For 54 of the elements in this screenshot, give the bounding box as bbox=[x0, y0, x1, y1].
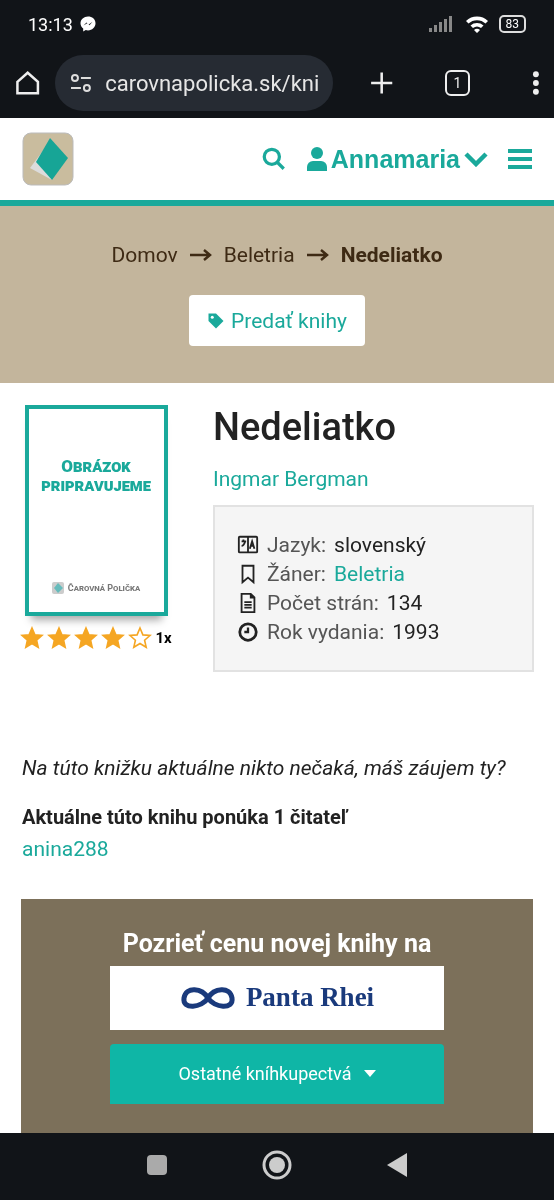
plus-icon[interactable] bbox=[369, 70, 395, 96]
detail-value: 1993 bbox=[392, 620, 440, 644]
logo-icon[interactable] bbox=[22, 131, 74, 187]
detail-label: Počet strán: bbox=[267, 591, 379, 615]
cover-title: Obrázok pripravujeme bbox=[40, 457, 152, 495]
detail-label: Žáner: bbox=[267, 562, 326, 586]
filled-star-icon bbox=[74, 626, 99, 650]
filled-star-icon bbox=[101, 626, 126, 650]
arrow-right-icon bbox=[306, 249, 329, 261]
translate-icon bbox=[237, 534, 259, 556]
tab-count-button[interactable]: 1 bbox=[444, 70, 471, 96]
menu-icon[interactable] bbox=[508, 148, 532, 170]
filled-star-icon bbox=[20, 626, 45, 650]
home-icon[interactable] bbox=[14, 69, 42, 97]
site-settings-icon[interactable] bbox=[69, 71, 94, 95]
caret-icon bbox=[363, 1070, 376, 1077]
recents-icon[interactable] bbox=[147, 1154, 167, 1175]
address-bar[interactable]: carovnapolicka.sk/kni bbox=[55, 55, 334, 111]
book-title: Nedeliatko bbox=[213, 405, 397, 449]
clock-icon bbox=[237, 621, 259, 643]
detail-value: slovenský bbox=[334, 533, 427, 557]
promo-heading: Pozrieť cenu novej knihy na bbox=[122, 928, 432, 958]
offer-heading: Aktuálne túto knihu ponúka 1 čitateľ bbox=[22, 804, 350, 829]
author-link[interactable]: Ingmar Bergman bbox=[213, 467, 369, 491]
breadcrumb-link[interactable]: Beletria bbox=[223, 243, 295, 267]
detail-value: 134 bbox=[386, 591, 423, 615]
detail-label: Jazyk: bbox=[267, 533, 327, 557]
battery-indicator: 83 bbox=[498, 15, 526, 33]
tag-icon bbox=[207, 311, 226, 330]
arrow-right-icon bbox=[189, 249, 212, 261]
filled-star-icon bbox=[47, 626, 72, 650]
rating-count: 1x bbox=[155, 629, 172, 647]
store-logo-button[interactable]: Panta Rhei bbox=[110, 965, 444, 1030]
signal-icon bbox=[428, 16, 455, 32]
chevron-down-icon bbox=[464, 151, 488, 167]
breadcrumb-link[interactable]: Domov bbox=[111, 243, 178, 267]
user-menu[interactable]: Annamaria bbox=[306, 144, 488, 174]
messenger-icon bbox=[78, 15, 97, 33]
detail-link[interactable]: Beletria bbox=[333, 562, 405, 586]
user-icon bbox=[306, 147, 327, 171]
waiting-note: Na túto knižku aktuálne nikto nečaká, máš záujem ty? bbox=[22, 755, 507, 782]
user-link[interactable]: anina288 bbox=[22, 836, 109, 861]
bookstores-dropdown[interactable]: Ostatné kníhkupectvá bbox=[110, 1043, 444, 1104]
sell-books-button[interactable]: Predať knihy bbox=[189, 295, 365, 346]
empty-star-icon bbox=[128, 626, 153, 650]
cover-brand: Čarovná Polička bbox=[67, 583, 141, 593]
logo-icon bbox=[51, 582, 64, 594]
home-button-icon[interactable] bbox=[262, 1149, 292, 1180]
back-icon[interactable] bbox=[387, 1152, 407, 1177]
wifi-icon bbox=[464, 15, 489, 33]
search-icon[interactable] bbox=[260, 146, 287, 172]
detail-label: Rok vydania: bbox=[267, 620, 385, 644]
status-time: 13:13 bbox=[28, 13, 73, 35]
more-icon[interactable] bbox=[532, 70, 540, 96]
